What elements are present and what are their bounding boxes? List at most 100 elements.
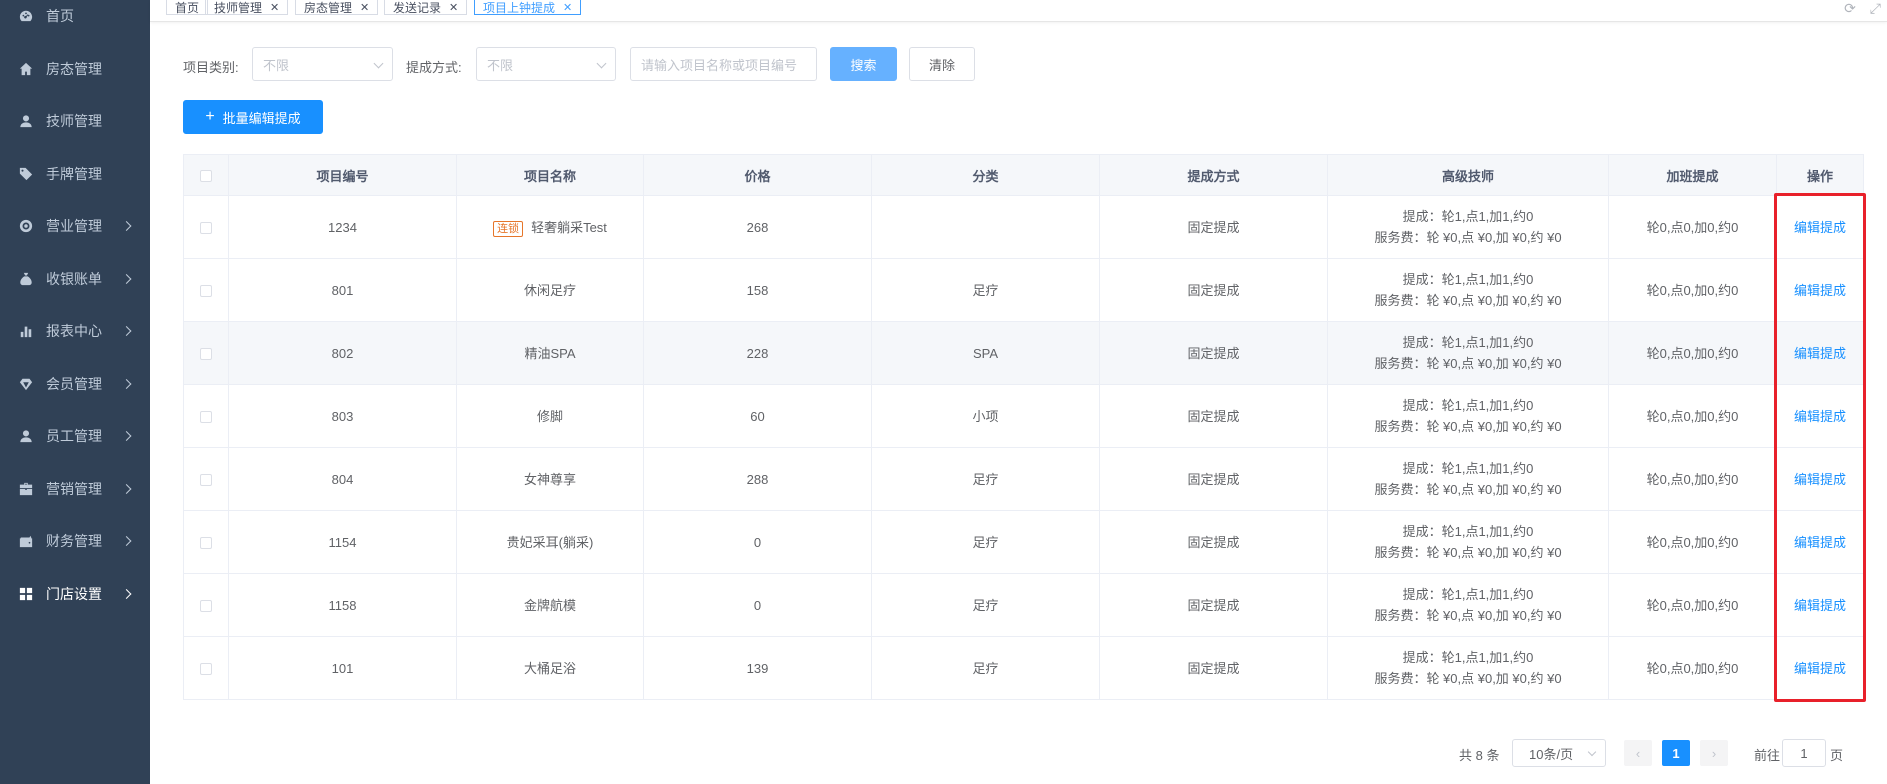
sidebar-item-label: 手牌管理 [46, 165, 102, 182]
edit-commission-link[interactable]: 编辑提成 [1794, 409, 1846, 424]
chevron-right-icon [121, 221, 132, 232]
commission-line: 提成：轮1,点1,加1,约0 [1402, 209, 1534, 224]
row-checkbox[interactable] [200, 348, 212, 361]
row-checkbox[interactable] [200, 537, 212, 550]
row-checkbox[interactable] [200, 411, 212, 424]
sidebar-item-1[interactable]: 房态管理 [0, 43, 150, 96]
table-row: 1154 贵妃采耳(躺采) 0 足疗 固定提成 提成：轮1,点1,加1,约0 服务费：轮 ¥… [183, 510, 1864, 574]
row-checkbox[interactable] [200, 285, 212, 298]
table-row: 803 修脚 60 小项 固定提成 提成：轮1,点1,加1,约0 服务费：轮 ¥0,点 ¥0… [183, 384, 1864, 448]
column-header: 价格 [643, 154, 872, 196]
edit-commission-link[interactable]: 编辑提成 [1794, 535, 1846, 550]
method-select[interactable]: 不限 [476, 47, 616, 81]
row-checkbox[interactable] [200, 600, 212, 613]
batch-edit-button[interactable]: + 批量编辑提成 [183, 100, 323, 134]
next-page-button[interactable]: › [1700, 740, 1728, 766]
commission-line: 提成：轮1,点1,加1,约0 [1402, 524, 1534, 539]
edit-commission-link[interactable]: 编辑提成 [1794, 472, 1846, 487]
cell-price: 139 [643, 636, 872, 700]
sidebar-item-label: 门店设置 [46, 585, 102, 602]
cell-action: 编辑提成 [1776, 636, 1864, 700]
wallet-icon [18, 533, 34, 549]
tag-icon [18, 166, 34, 182]
cell-category: SPA [871, 321, 1100, 385]
tab-label: 项目上钟提成 [483, 0, 556, 15]
column-header: 分类 [871, 154, 1100, 196]
chevron-right-icon [121, 326, 132, 337]
sidebar-item-2[interactable]: 技师管理 [0, 95, 150, 148]
row-checkbox[interactable] [200, 663, 212, 676]
column-header: 操作 [1776, 154, 1864, 196]
row-checkbox-cell [183, 447, 229, 511]
edit-commission-link[interactable]: 编辑提成 [1794, 661, 1846, 676]
edit-commission-link[interactable]: 编辑提成 [1794, 283, 1846, 298]
column-header: 加班提成 [1608, 154, 1777, 196]
cell-method: 固定提成 [1099, 573, 1328, 637]
sidebar-item-9[interactable]: 营销管理 [0, 463, 150, 516]
page-number-button[interactable]: 1 [1662, 740, 1690, 766]
service-fee-line: 服务费：轮 ¥0,点 ¥0,加 ¥0,约 ¥0 [1374, 671, 1562, 686]
plus-icon: + [205, 108, 215, 125]
cell-category: 足疗 [871, 447, 1100, 511]
close-icon[interactable]: ✕ [270, 1, 279, 14]
cell-overtime: 轮0,点0,加0,约0 [1608, 384, 1777, 448]
cell-price: 158 [643, 258, 872, 322]
commission-table: 项目编号 项目名称 价格 分类 提成方式 高级技师 加班提成 操作 1234 连锁 轻奢躺采Tes… [183, 154, 1864, 700]
row-checkbox-cell [183, 258, 229, 322]
edit-commission-link[interactable]: 编辑提成 [1794, 598, 1846, 613]
clear-button[interactable]: 清除 [909, 47, 975, 81]
close-icon[interactable]: ✕ [360, 1, 369, 14]
cell-name-text: 休闲足疗 [523, 282, 576, 298]
sidebar-item-10[interactable]: 财务管理 [0, 515, 150, 568]
tab-1[interactable]: 技师管理 ✕ [205, 0, 289, 15]
row-checkbox[interactable] [200, 222, 212, 235]
fullscreen-icon[interactable]: ⤢ [1870, 0, 1881, 17]
tab-label: 发送记录 [393, 0, 442, 15]
edit-commission-link[interactable]: 编辑提成 [1794, 220, 1846, 235]
sidebar-item-7[interactable]: 会员管理 [0, 358, 150, 411]
select-all-checkbox[interactable] [200, 170, 212, 183]
page-suffix: 页 [1830, 748, 1844, 763]
tab-label: 技师管理 [214, 0, 263, 15]
chain-tag: 连锁 [493, 220, 524, 237]
sidebar-item-3[interactable]: 手牌管理 [0, 148, 150, 201]
chevron-down-icon [1587, 747, 1597, 757]
goto-label: 前往 [1754, 748, 1781, 763]
sidebar-item-4[interactable]: 营业管理 [0, 200, 150, 253]
tab-2[interactable]: 房态管理 ✕ [295, 0, 379, 15]
close-icon[interactable]: ✕ [449, 1, 458, 14]
sidebar-item-6[interactable]: 报表中心 [0, 305, 150, 358]
prev-page-button[interactable]: ‹ [1624, 740, 1652, 766]
refresh-icon[interactable]: ⟳ [1844, 0, 1856, 17]
sidebar-item-11[interactable]: 门店设置 [0, 568, 150, 621]
close-icon[interactable]: ✕ [563, 1, 572, 14]
search-button[interactable]: 搜索 [830, 47, 897, 81]
cell-overtime: 轮0,点0,加0,约0 [1608, 510, 1777, 574]
cell-category: 小项 [871, 384, 1100, 448]
cell-action: 编辑提成 [1776, 510, 1864, 574]
goto-page-input[interactable]: 1 [1782, 739, 1826, 767]
tab-3[interactable]: 发送记录 ✕ [384, 0, 468, 15]
sidebar-item-label: 报表中心 [46, 323, 102, 340]
sidebar-item-8[interactable]: 员工管理 [0, 410, 150, 463]
bar-chart-icon [18, 323, 34, 339]
page-size-select[interactable]: 10条/页 [1512, 739, 1606, 767]
cell-name: 连锁 轻奢躺采Test [456, 195, 644, 259]
cell-name-text: 贵妃采耳(躺采) [506, 534, 594, 550]
tab-0[interactable]: 首页 [166, 0, 209, 15]
cell-code: 801 [228, 258, 457, 322]
sidebar-item-label: 财务管理 [46, 533, 102, 550]
commission-line: 提成：轮1,点1,加1,约0 [1402, 398, 1534, 413]
row-checkbox[interactable] [200, 474, 212, 487]
tab-4[interactable]: 项目上钟提成 ✕ [474, 0, 582, 15]
category-select[interactable]: 不限 [252, 47, 393, 81]
sidebar-item-5[interactable]: 收银账单 [0, 253, 150, 306]
cell-senior-tech: 提成：轮1,点1,加1,约0 服务费：轮 ¥0,点 ¥0,加 ¥0,约 ¥0 [1327, 447, 1609, 511]
edit-commission-link[interactable]: 编辑提成 [1794, 346, 1846, 361]
sidebar-item-label: 员工管理 [46, 428, 102, 445]
cell-name-text: 修脚 [536, 408, 563, 424]
sidebar-item-0[interactable]: 首页 [0, 0, 150, 43]
search-input[interactable]: 请输入项目名称或项目编号 [630, 47, 817, 81]
cell-price: 288 [643, 447, 872, 511]
table-row: 801 休闲足疗 158 足疗 固定提成 提成：轮1,点1,加1,约0 服务费：轮 ¥0,点… [183, 258, 1864, 322]
